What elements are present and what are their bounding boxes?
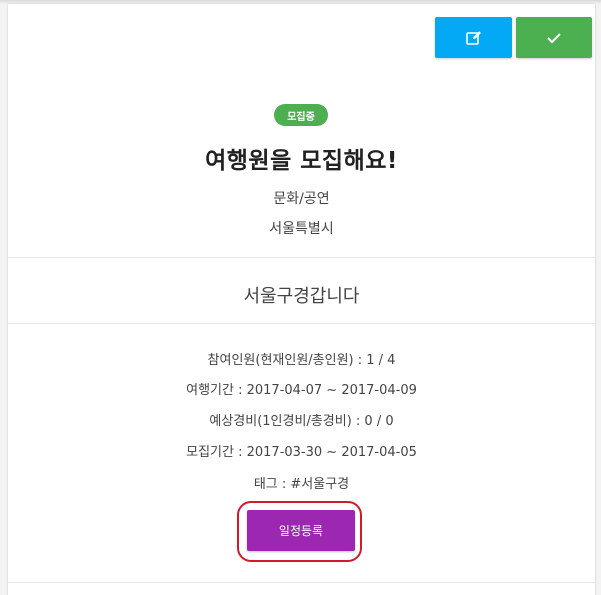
- confirm-button[interactable]: [516, 17, 592, 58]
- status-badge: 모집중: [274, 104, 328, 126]
- travel-period-info: 여행기간 : 2017-04-07 ~ 2017-04-09: [186, 383, 417, 398]
- post-card: 모집중 여행원을 모집해요! 문화/공연 서울특별시 서울구경갑니다 참여인원(…: [8, 4, 595, 595]
- page: 모집중 여행원을 모집해요! 문화/공연 서울특별시 서울구경갑니다 참여인원(…: [0, 0, 601, 595]
- participants-info: 참여인원(현재인원/총인원) : 1 / 4: [207, 353, 396, 368]
- divider: [8, 582, 595, 583]
- edit-button[interactable]: [435, 17, 512, 58]
- edit-icon: [465, 29, 483, 47]
- category-text: 문화/공연: [273, 191, 330, 207]
- divider: [8, 323, 595, 324]
- region-text: 서울특별시: [269, 221, 334, 237]
- check-icon: [546, 31, 562, 45]
- register-schedule-button[interactable]: 일정등록: [247, 510, 355, 551]
- divider: [8, 257, 595, 258]
- expected-cost-info: 예상경비(1인경비/총경비) : 0 / 0: [209, 414, 394, 429]
- post-subtitle: 서울구경갑니다: [243, 286, 360, 307]
- post-title: 여행원을 모집해요!: [205, 148, 398, 174]
- recruit-period-info: 모집기간 : 2017-03-30 ~ 2017-04-05: [186, 445, 417, 460]
- tags-info: 태그 : #서울구경: [253, 477, 350, 492]
